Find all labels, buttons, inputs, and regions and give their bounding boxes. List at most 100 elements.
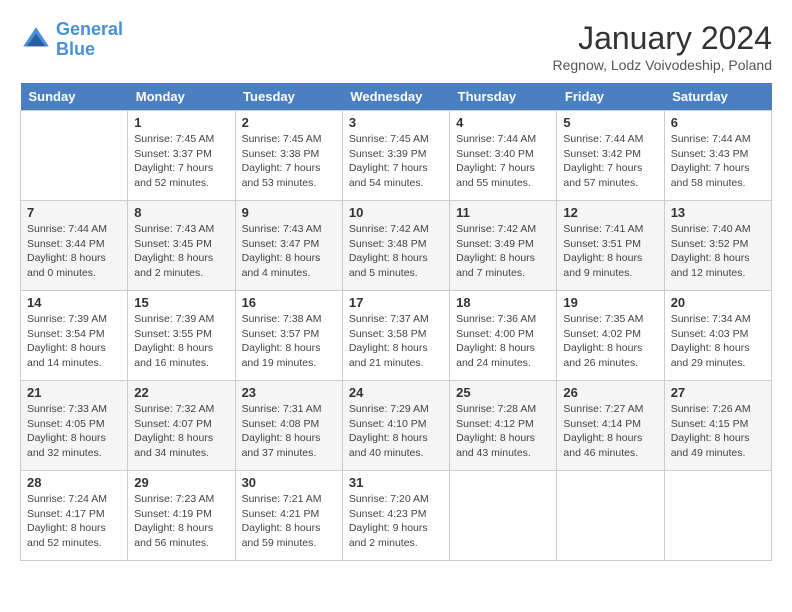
calendar-cell: 16 Sunrise: 7:38 AM Sunset: 3:57 PM Dayli… [235,291,342,381]
day-info: Sunrise: 7:39 AM Sunset: 3:55 PM Dayligh… [134,312,228,371]
day-number: 10 [349,205,443,220]
calendar-cell [557,471,664,561]
day-number: 17 [349,295,443,310]
day-info: Sunrise: 7:42 AM Sunset: 3:48 PM Dayligh… [349,222,443,281]
calendar-cell: 6 Sunrise: 7:44 AM Sunset: 3:43 PM Daylig… [664,111,771,201]
weekday-header-monday: Monday [128,83,235,111]
day-number: 1 [134,115,228,130]
day-info: Sunrise: 7:42 AM Sunset: 3:49 PM Dayligh… [456,222,550,281]
day-number: 16 [242,295,336,310]
weekday-header-thursday: Thursday [450,83,557,111]
title-section: January 2024 Regnow, Lodz Voivodeship, P… [553,20,773,73]
calendar-table: SundayMondayTuesdayWednesdayThursdayFrid… [20,83,772,561]
calendar-cell: 30 Sunrise: 7:21 AM Sunset: 4:21 PM Dayli… [235,471,342,561]
day-number: 27 [671,385,765,400]
day-info: Sunrise: 7:26 AM Sunset: 4:15 PM Dayligh… [671,402,765,461]
calendar-cell: 10 Sunrise: 7:42 AM Sunset: 3:48 PM Dayli… [342,201,449,291]
calendar-cell: 13 Sunrise: 7:40 AM Sunset: 3:52 PM Dayli… [664,201,771,291]
calendar-cell: 19 Sunrise: 7:35 AM Sunset: 4:02 PM Dayli… [557,291,664,381]
calendar-cell: 9 Sunrise: 7:43 AM Sunset: 3:47 PM Daylig… [235,201,342,291]
month-title: January 2024 [553,20,773,57]
logo-text: General Blue [56,20,123,60]
weekday-header-sunday: Sunday [21,83,128,111]
calendar-cell: 18Sunrise: 7:36 AM Sunset: 4:00 PM Dayli… [450,291,557,381]
calendar-cell: 17 Sunrise: 7:37 AM Sunset: 3:58 PM Dayli… [342,291,449,381]
weekday-header-friday: Friday [557,83,664,111]
calendar-cell [450,471,557,561]
day-number: 12 [563,205,657,220]
calendar-week-5: 28Sunrise: 7:24 AM Sunset: 4:17 PM Dayli… [21,471,772,561]
calendar-cell: 3 Sunrise: 7:45 AM Sunset: 3:39 PM Daylig… [342,111,449,201]
day-number: 24 [349,385,443,400]
calendar-cell: 20 Sunrise: 7:34 AM Sunset: 4:03 PM Dayli… [664,291,771,381]
day-number: 25 [456,385,550,400]
day-number: 20 [671,295,765,310]
day-number: 11 [456,205,550,220]
day-info: Sunrise: 7:28 AM Sunset: 4:12 PM Dayligh… [456,402,550,461]
day-info: Sunrise: 7:43 AM Sunset: 3:47 PM Dayligh… [242,222,336,281]
calendar-cell: 25 Sunrise: 7:28 AM Sunset: 4:12 PM Dayli… [450,381,557,471]
day-number: 13 [671,205,765,220]
calendar-cell: 12 Sunrise: 7:41 AM Sunset: 3:51 PM Dayli… [557,201,664,291]
calendar-cell: 7 Sunrise: 7:44 AM Sunset: 3:44 PM Daylig… [21,201,128,291]
calendar-cell: 29Sunrise: 7:23 AM Sunset: 4:19 PM Dayli… [128,471,235,561]
calendar-cell: 2Sunrise: 7:45 AM Sunset: 3:38 PM Daylig… [235,111,342,201]
day-info: Sunrise: 7:33 AM Sunset: 4:05 PM Dayligh… [27,402,121,461]
day-info: Sunrise: 7:32 AM Sunset: 4:07 PM Dayligh… [134,402,228,461]
day-info: Sunrise: 7:23 AM Sunset: 4:19 PM Dayligh… [134,492,228,551]
calendar-week-4: 21 Sunrise: 7:33 AM Sunset: 4:05 PM Dayli… [21,381,772,471]
day-info: Sunrise: 7:31 AM Sunset: 4:08 PM Dayligh… [242,402,336,461]
day-info: Sunrise: 7:44 AM Sunset: 3:44 PM Dayligh… [27,222,121,281]
day-info: Sunrise: 7:21 AM Sunset: 4:21 PM Dayligh… [242,492,336,551]
page-header: General Blue January 2024 Regnow, Lodz V… [20,20,772,73]
calendar-cell: 4 Sunrise: 7:44 AM Sunset: 3:40 PM Daylig… [450,111,557,201]
day-info: Sunrise: 7:45 AM Sunset: 3:38 PM Dayligh… [242,132,336,191]
calendar-cell: 31 Sunrise: 7:20 AM Sunset: 4:23 PM Dayli… [342,471,449,561]
day-number: 5 [563,115,657,130]
day-info: Sunrise: 7:45 AM Sunset: 3:39 PM Dayligh… [349,132,443,191]
day-info: Sunrise: 7:20 AM Sunset: 4:23 PM Dayligh… [349,492,443,551]
day-number: 19 [563,295,657,310]
day-number: 18 [456,295,550,310]
calendar-cell [21,111,128,201]
calendar-week-3: 14Sunrise: 7:39 AM Sunset: 3:54 PM Dayli… [21,291,772,381]
calendar-cell: 28Sunrise: 7:24 AM Sunset: 4:17 PM Dayli… [21,471,128,561]
day-info: Sunrise: 7:43 AM Sunset: 3:45 PM Dayligh… [134,222,228,281]
calendar-cell: 27 Sunrise: 7:26 AM Sunset: 4:15 PM Dayli… [664,381,771,471]
day-info: Sunrise: 7:41 AM Sunset: 3:51 PM Dayligh… [563,222,657,281]
day-info: Sunrise: 7:40 AM Sunset: 3:52 PM Dayligh… [671,222,765,281]
calendar-cell: 5Sunrise: 7:44 AM Sunset: 3:42 PM Daylig… [557,111,664,201]
day-number: 30 [242,475,336,490]
location-subtitle: Regnow, Lodz Voivodeship, Poland [553,57,773,73]
day-info: Sunrise: 7:24 AM Sunset: 4:17 PM Dayligh… [27,492,121,551]
day-info: Sunrise: 7:37 AM Sunset: 3:58 PM Dayligh… [349,312,443,371]
day-info: Sunrise: 7:38 AM Sunset: 3:57 PM Dayligh… [242,312,336,371]
calendar-cell: 22Sunrise: 7:32 AM Sunset: 4:07 PM Dayli… [128,381,235,471]
weekday-header-row: SundayMondayTuesdayWednesdayThursdayFrid… [21,83,772,111]
day-number: 4 [456,115,550,130]
calendar-cell: 23 Sunrise: 7:31 AM Sunset: 4:08 PM Dayli… [235,381,342,471]
logo: General Blue [20,20,123,60]
day-info: Sunrise: 7:44 AM Sunset: 3:40 PM Dayligh… [456,132,550,191]
day-number: 6 [671,115,765,130]
day-number: 8 [134,205,228,220]
day-number: 21 [27,385,121,400]
day-info: Sunrise: 7:45 AM Sunset: 3:37 PM Dayligh… [134,132,228,191]
day-info: Sunrise: 7:35 AM Sunset: 4:02 PM Dayligh… [563,312,657,371]
calendar-cell: 8 Sunrise: 7:43 AM Sunset: 3:45 PM Daylig… [128,201,235,291]
calendar-cell: 14Sunrise: 7:39 AM Sunset: 3:54 PM Dayli… [21,291,128,381]
calendar-cell: 1 Sunrise: 7:45 AM Sunset: 3:37 PM Daylig… [128,111,235,201]
day-info: Sunrise: 7:34 AM Sunset: 4:03 PM Dayligh… [671,312,765,371]
day-info: Sunrise: 7:44 AM Sunset: 3:43 PM Dayligh… [671,132,765,191]
weekday-header-wednesday: Wednesday [342,83,449,111]
day-number: 31 [349,475,443,490]
day-number: 3 [349,115,443,130]
day-info: Sunrise: 7:29 AM Sunset: 4:10 PM Dayligh… [349,402,443,461]
day-number: 23 [242,385,336,400]
calendar-cell: 21 Sunrise: 7:33 AM Sunset: 4:05 PM Dayli… [21,381,128,471]
calendar-cell [664,471,771,561]
day-number: 7 [27,205,121,220]
day-number: 9 [242,205,336,220]
calendar-week-1: 1 Sunrise: 7:45 AM Sunset: 3:37 PM Daylig… [21,111,772,201]
day-number: 15 [134,295,228,310]
